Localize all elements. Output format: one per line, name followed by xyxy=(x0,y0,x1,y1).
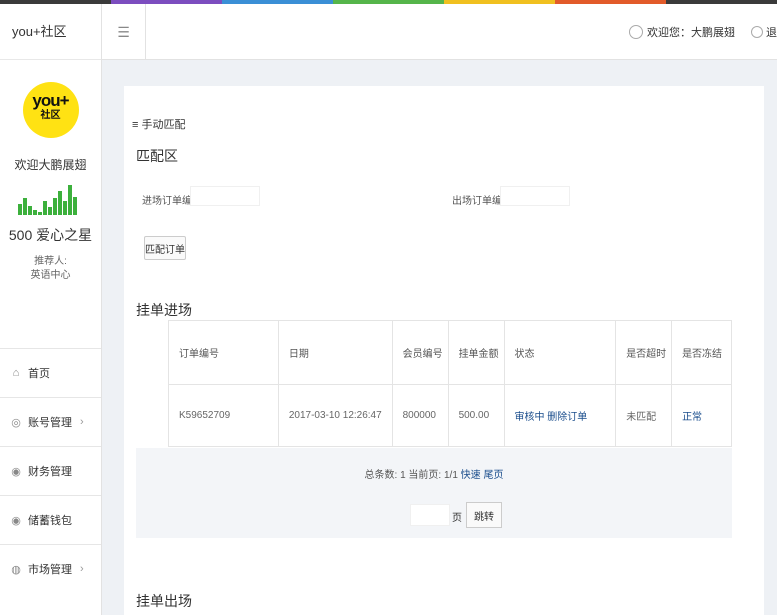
pagination-info: 总条数: 1 当前页: 1/1 快速 尾页 xyxy=(136,466,732,481)
page-title: ≡ 手动匹配 xyxy=(132,116,185,132)
table-row: K59652709 2017-03-10 12:26:47 800000 500… xyxy=(168,384,732,447)
entry-section-title: 挂单进场 xyxy=(136,302,192,318)
home-icon: ⌂ xyxy=(12,367,20,379)
signal-bar xyxy=(42,201,47,215)
sidebar-item-label: 财务管理 xyxy=(28,466,72,478)
signal-bar xyxy=(37,212,42,215)
brand-name[interactable]: you+社区 xyxy=(0,4,101,60)
sidebar-item-home[interactable]: ⌂ 首页 xyxy=(0,348,101,397)
status-cell[interactable]: 审核中 删除订单 xyxy=(503,384,617,447)
breadcrumb: 手动匹配 xyxy=(141,119,186,131)
main-card: ≡ 手动匹配 匹配区 进场订单编号: 出场订单编号: 匹配订单 挂单进场 订单编… xyxy=(124,86,764,615)
column-header: 订单编号 xyxy=(168,320,279,385)
wallet-icon: ◉ xyxy=(11,514,21,527)
last-page-link[interactable]: 尾页 xyxy=(483,470,503,481)
signal-bar xyxy=(62,201,67,215)
signal-bar xyxy=(17,204,22,215)
exit-section-title: 挂单出场 xyxy=(136,593,192,609)
market-icon: ◍ xyxy=(11,563,21,576)
recommender-value: 英语中心 xyxy=(30,270,71,281)
sidebar-nav: ⌂ 首页 ◎ 账号管理 › ◉ 财务管理 ◉ 储蓄钱包 ◍ 市场管理 › xyxy=(0,348,101,593)
signal-bars xyxy=(17,185,84,215)
timeout-cell: 未匹配 xyxy=(615,384,673,447)
entry-orders-table: 订单编号 日期 会员编号 挂单金额 状态 是否超时 是否冻结 K59652709… xyxy=(168,320,732,447)
page-unit-label: 页 xyxy=(452,513,462,524)
column-header: 是否超时 xyxy=(615,320,673,385)
signal-bar xyxy=(22,198,27,215)
frozen-cell: 正常 xyxy=(671,384,732,447)
sidebar-item-label: 储蓄钱包 xyxy=(28,515,72,527)
logout-label: 退 xyxy=(766,27,777,39)
signal-bar xyxy=(27,206,32,215)
sidebar-item-finance[interactable]: ◉ 财务管理 xyxy=(0,446,101,495)
user-icon: ◎ xyxy=(11,416,21,429)
logout-button[interactable]: 退 xyxy=(751,24,777,40)
recommender: 推荐人: 英语中心 xyxy=(0,255,101,283)
logo: you+ 社区 xyxy=(22,82,79,138)
greeting-text: 欢迎您：大鹏展翅 xyxy=(647,27,735,39)
column-header: 日期 xyxy=(277,320,393,385)
date-cell: 2017-03-10 12:26:47 xyxy=(277,384,393,447)
column-header: 状态 xyxy=(503,320,617,385)
sidebar-item-label: 市场管理 xyxy=(28,564,72,576)
welcome-text: 欢迎大鹏展翅 xyxy=(14,158,87,172)
top-header: ☰ 欢迎您：大鹏展翅 退 xyxy=(102,4,777,60)
chevron-right-icon: › xyxy=(80,563,84,575)
match-section-title: 匹配区 xyxy=(136,148,178,164)
sidebar-item-market[interactable]: ◍ 市场管理 › xyxy=(0,544,101,593)
logo-text: you+ xyxy=(32,91,69,110)
pagination-summary: 总条数: 1 当前页: 1/1 xyxy=(364,470,458,481)
signal-bar xyxy=(32,210,37,215)
sidebar: you+社区 you+ 社区 欢迎大鹏展翅 500 爱心之星 推荐人: 英语中心… xyxy=(0,4,102,615)
page-number-input[interactable] xyxy=(410,504,450,526)
column-header: 挂单金额 xyxy=(447,320,505,385)
signal-bar xyxy=(47,207,52,215)
jump-button[interactable]: 跳转 xyxy=(466,502,502,528)
signal-bar xyxy=(52,198,57,215)
order-id-cell: K59652709 xyxy=(168,384,279,447)
user-greeting[interactable]: 欢迎您：大鹏展翅 xyxy=(629,24,735,40)
signal-bar xyxy=(57,191,62,215)
table-header-row: 订单编号 日期 会员编号 挂单金额 状态 是否超时 是否冻结 xyxy=(168,320,732,385)
sidebar-item-account[interactable]: ◎ 账号管理 › xyxy=(0,397,101,446)
chevron-right-icon: › xyxy=(80,416,84,428)
column-header: 是否冻结 xyxy=(671,320,732,385)
column-header: 会员编号 xyxy=(391,320,449,385)
match-order-button[interactable]: 匹配订单 xyxy=(144,236,186,260)
signal-bar xyxy=(72,197,77,215)
first-page-link[interactable]: 快速 xyxy=(461,470,481,481)
amount-cell: 500.00 xyxy=(447,384,505,447)
sidebar-item-label: 首页 xyxy=(28,368,50,380)
signal-bar xyxy=(67,185,72,215)
power-icon xyxy=(751,26,763,38)
user-avatar-icon xyxy=(629,25,643,39)
pagination: 总条数: 1 当前页: 1/1 快速 尾页 页 跳转 xyxy=(136,448,732,538)
member-id-cell: 800000 xyxy=(391,384,449,447)
in-order-input[interactable] xyxy=(190,186,260,206)
logo-subtext: 社区 xyxy=(40,110,61,121)
sidebar-item-label: 账号管理 xyxy=(28,417,72,429)
finance-icon: ◉ xyxy=(11,465,21,478)
sidebar-item-wallet[interactable]: ◉ 储蓄钱包 xyxy=(0,495,101,544)
score-text: 500 爱心之星 xyxy=(8,227,93,243)
out-order-input[interactable] xyxy=(500,186,570,206)
menu-toggle-button[interactable]: ☰ xyxy=(102,4,146,60)
recommender-label: 推荐人: xyxy=(34,256,67,267)
